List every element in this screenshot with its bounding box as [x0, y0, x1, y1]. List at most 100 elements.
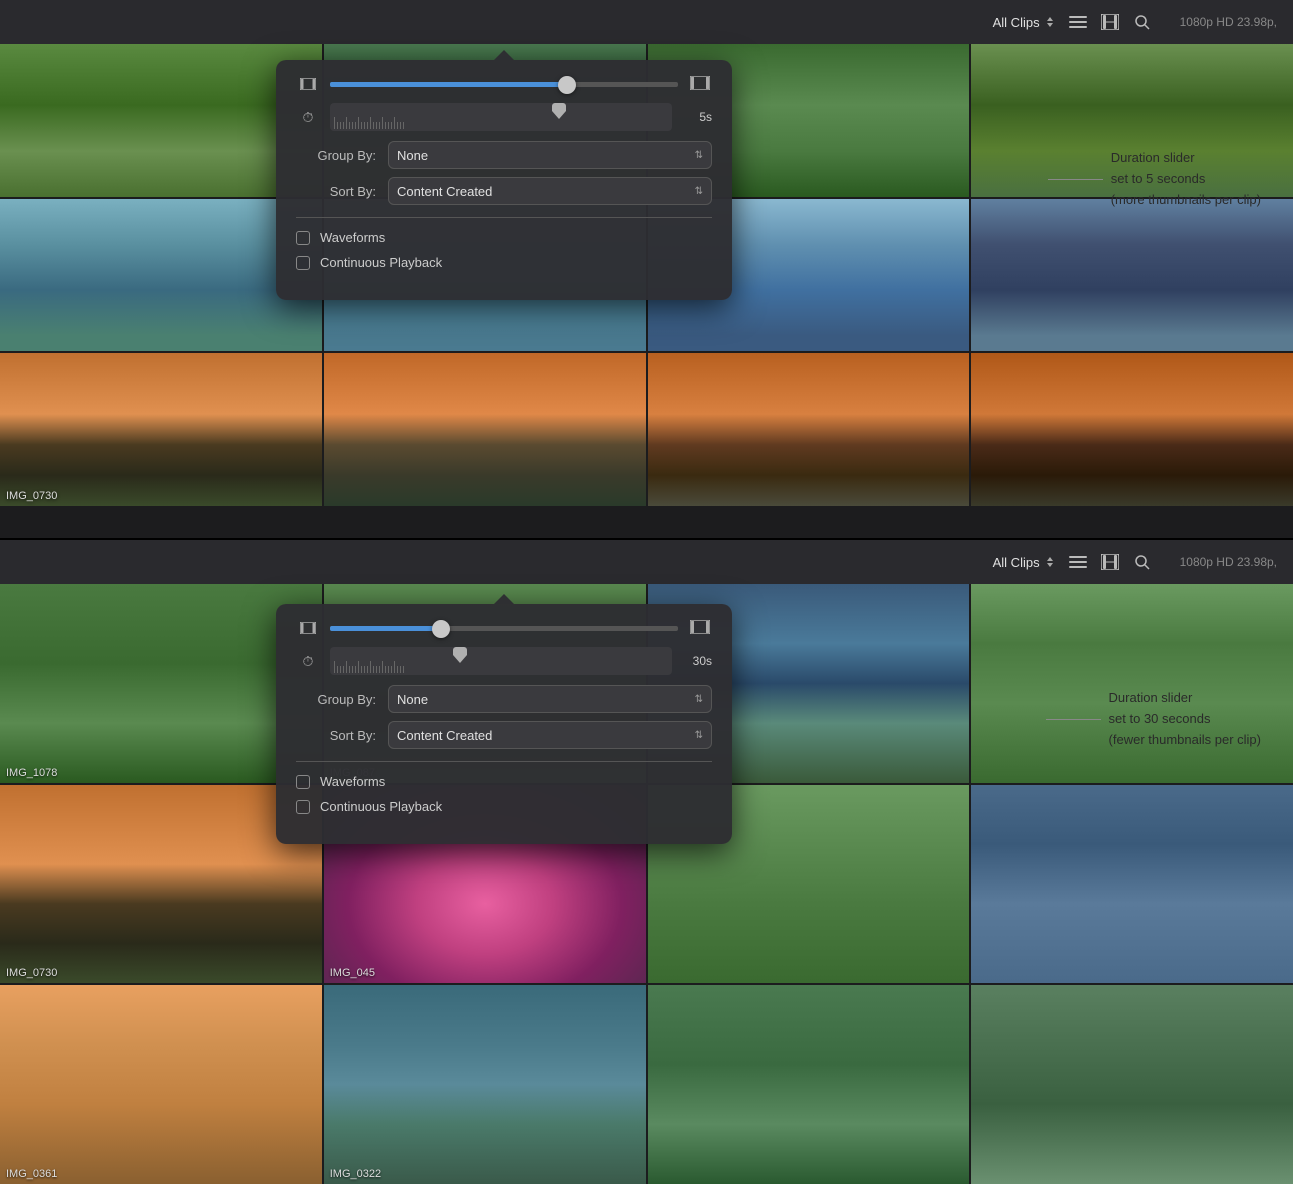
magnify-icon: [1134, 14, 1150, 30]
annotation-line-top: [1048, 179, 1103, 180]
popup-divider-bottom: [296, 761, 712, 762]
size-slider-row-bottom: [296, 620, 712, 637]
sort-by-select-top[interactable]: Content Created ⇅: [388, 177, 712, 205]
label-b6: IMG_045: [330, 967, 375, 979]
duration-ticks-bottom: [330, 647, 672, 673]
thumb-12: [971, 353, 1293, 506]
duration-ticks-top: [330, 103, 672, 129]
group-by-select-bottom[interactable]: None ⇅: [388, 685, 712, 713]
bottom-toolbar: All Clips: [0, 540, 1293, 584]
popup-bottom: ⏱ 30s: [276, 604, 732, 844]
duration-thumb-point-bottom: [453, 655, 467, 663]
waveforms-label-bottom: Waveforms: [320, 774, 385, 789]
sort-by-label-top: Sort By:: [296, 184, 376, 199]
group-by-arrow-top: ⇅: [695, 150, 703, 161]
continuous-playback-checkbox-bottom[interactable]: [296, 800, 310, 814]
top-panel: All Clips: [0, 0, 1293, 540]
chevron-updown-icon-bottom: [1044, 555, 1056, 569]
all-clips-label-bottom: All Clips: [993, 555, 1040, 570]
chevron-updown-icon: [1044, 15, 1056, 29]
resolution-label-bottom: 1080p HD 23.98p,: [1180, 555, 1277, 569]
grid-view-icon-top[interactable]: [1100, 12, 1120, 32]
annotation-line3-top: (more thumbnails per clip): [1111, 190, 1261, 211]
thumb-11: [648, 353, 970, 506]
thumb-b12: [971, 985, 1293, 1184]
group-by-label-top: Group By:: [296, 148, 376, 163]
group-by-label-bottom: Group By:: [296, 692, 376, 707]
waveforms-checkbox-top[interactable]: [296, 231, 310, 245]
annotation-top: Duration slider set to 5 seconds (more t…: [1048, 148, 1261, 210]
stopwatch-icon-bottom: ⏱: [296, 653, 320, 670]
size-slider-track-bottom[interactable]: [330, 626, 678, 631]
all-clips-button-top[interactable]: All Clips: [993, 15, 1056, 30]
all-clips-label: All Clips: [993, 15, 1040, 30]
annotation-line2-bottom: set to 30 seconds: [1109, 709, 1261, 730]
group-by-value-top: None: [397, 148, 428, 163]
small-thumb-icon-top: [296, 77, 320, 93]
sort-by-arrow-bottom: ⇅: [695, 730, 703, 741]
search-icon-top[interactable]: [1132, 12, 1152, 32]
grid-view-icon-bottom[interactable]: [1100, 552, 1120, 572]
thumb-5: [0, 199, 322, 352]
thumb-10: [324, 353, 646, 506]
duration-thumb-top[interactable]: [552, 103, 566, 121]
sort-by-select-bottom[interactable]: Content Created ⇅: [388, 721, 712, 749]
size-slider-fill-bottom: [330, 626, 441, 631]
filmstrip-icon-bottom: [1101, 554, 1119, 570]
size-slider-thumb-top[interactable]: [558, 76, 576, 94]
list-icon: [1069, 15, 1087, 29]
thumb-b10: IMG_0322: [324, 985, 646, 1184]
popup-arrow-bottom: [494, 594, 514, 604]
thumb-b11: [648, 985, 970, 1184]
annotation-text-top: Duration slider set to 5 seconds (more t…: [1111, 148, 1261, 210]
continuous-playback-label-bottom: Continuous Playback: [320, 799, 442, 814]
filmstrip-icon: [1101, 14, 1119, 30]
group-by-arrow-bottom: ⇅: [695, 694, 703, 705]
thumb-1: [0, 44, 322, 197]
thumb-b8: [971, 785, 1293, 984]
annotation-line3-bottom: (fewer thumbnails per clip): [1109, 730, 1261, 751]
popup-arrow-top: [494, 50, 514, 60]
list-view-icon-top[interactable]: [1068, 12, 1088, 32]
duration-track-top[interactable]: [330, 103, 672, 131]
label-b1: IMG_1078: [6, 767, 57, 779]
sort-by-arrow-top: ⇅: [695, 186, 703, 197]
waveforms-checkbox-bottom[interactable]: [296, 775, 310, 789]
duration-thumb-bottom[interactable]: [453, 647, 467, 665]
thumb-label-9: IMG_0730: [6, 490, 57, 502]
all-clips-button-bottom[interactable]: All Clips: [993, 555, 1056, 570]
duration-track-bottom[interactable]: [330, 647, 672, 675]
popup-divider-top: [296, 217, 712, 218]
sort-by-label-bottom: Sort By:: [296, 728, 376, 743]
group-by-row-bottom: Group By: None ⇅: [296, 685, 712, 713]
annotation-line2-top: set to 5 seconds: [1111, 169, 1261, 190]
annotation-text-bottom: Duration slider set to 30 seconds (fewer…: [1109, 688, 1261, 750]
magnify-icon-bottom: [1134, 554, 1150, 570]
search-icon-bottom[interactable]: [1132, 552, 1152, 572]
duration-slider-row-top: ⏱ 5s: [296, 103, 712, 131]
large-thumb-icon-bottom: [688, 620, 712, 637]
annotation-line1-top: Duration slider: [1111, 148, 1261, 169]
continuous-playback-row-top: Continuous Playback: [296, 255, 712, 270]
waveforms-label-top: Waveforms: [320, 230, 385, 245]
sort-by-value-top: Content Created: [397, 184, 492, 199]
continuous-playback-checkbox-top[interactable]: [296, 256, 310, 270]
continuous-playback-row-bottom: Continuous Playback: [296, 799, 712, 814]
group-by-value-bottom: None: [397, 692, 428, 707]
annotation-line1-bottom: Duration slider: [1109, 688, 1261, 709]
stopwatch-icon-top: ⏱: [296, 109, 320, 126]
continuous-playback-label-top: Continuous Playback: [320, 255, 442, 270]
size-slider-thumb-bottom[interactable]: [432, 620, 450, 638]
sort-by-row-bottom: Sort By: Content Created ⇅: [296, 721, 712, 749]
bottom-panel: All Clips: [0, 540, 1293, 1184]
thumb-b5: IMG_0730: [0, 785, 322, 984]
panels-container: All Clips: [0, 0, 1293, 1184]
popup-top: ⏱ 5s: [276, 60, 732, 300]
duration-label-bottom: 30s: [682, 654, 712, 668]
size-slider-track-top[interactable]: [330, 82, 678, 87]
group-by-select-top[interactable]: None ⇅: [388, 141, 712, 169]
list-icon-bottom: [1069, 555, 1087, 569]
size-slider-fill-top: [330, 82, 567, 87]
list-view-icon-bottom[interactable]: [1068, 552, 1088, 572]
duration-thumb-point-top: [552, 111, 566, 119]
